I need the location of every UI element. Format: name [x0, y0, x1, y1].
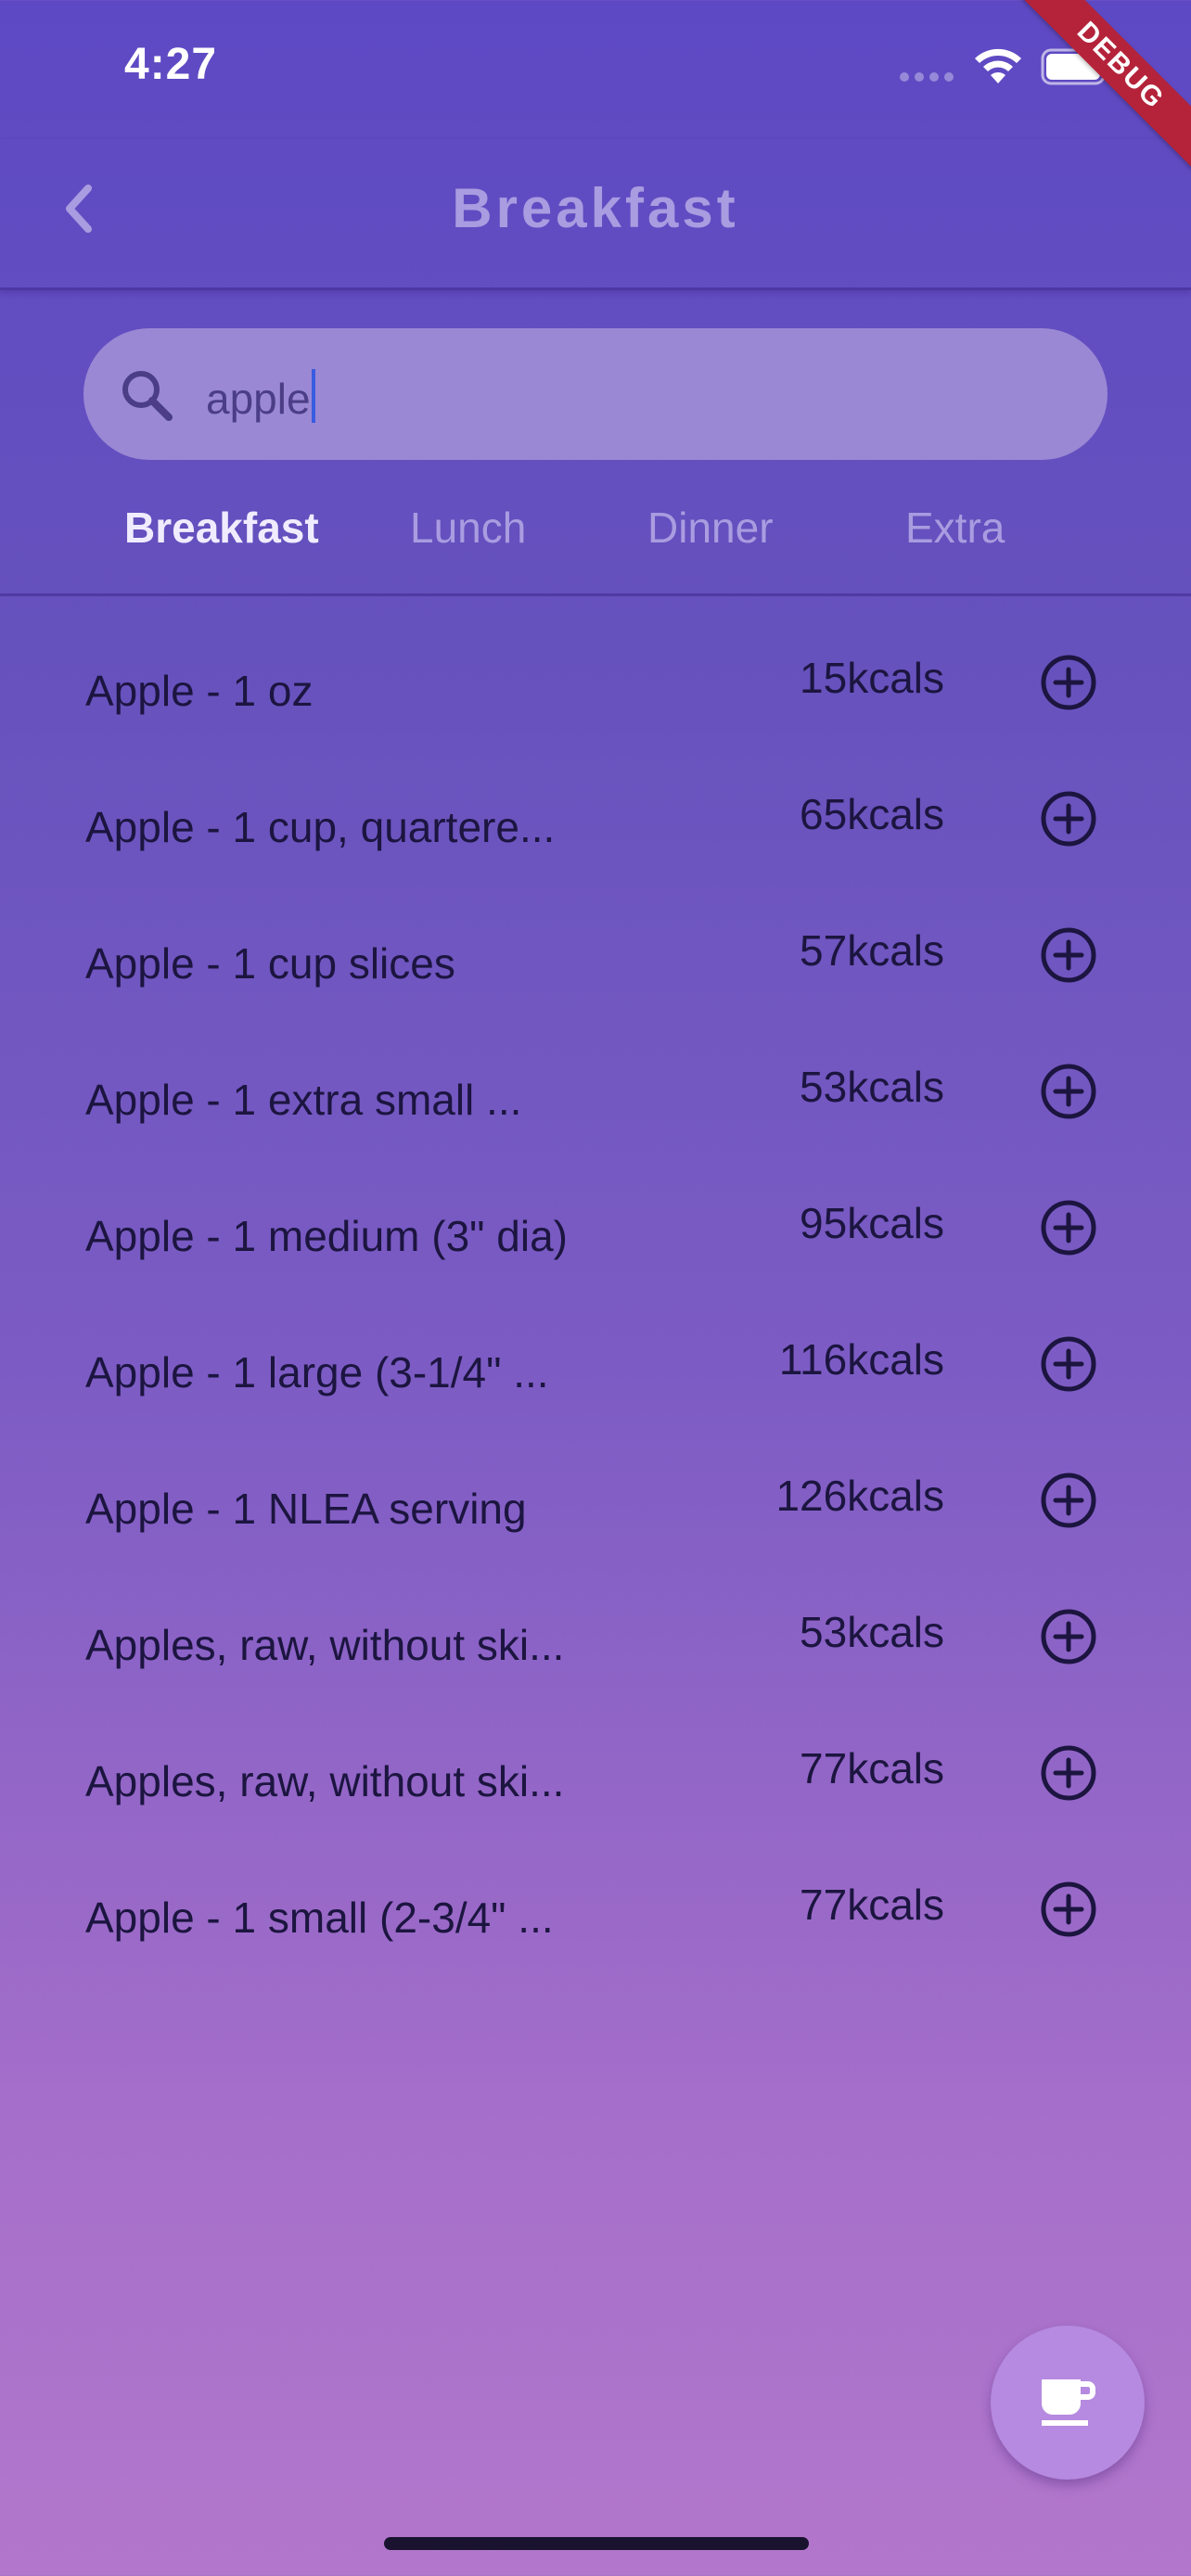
- search-icon: [122, 371, 173, 421]
- food-kcal: 116kcals: [778, 1335, 944, 1384]
- plus-circle-icon[interactable]: [1039, 1334, 1098, 1394]
- plus-circle-icon[interactable]: [1039, 1743, 1098, 1803]
- food-name: Apple - 1 small (2-3/4" ...: [85, 1894, 554, 1942]
- food-kcal: 77kcals: [800, 1744, 944, 1792]
- tab-lunch[interactable]: Lunch: [410, 503, 526, 553]
- meal-tabs: Breakfast Lunch Dinner Extra: [0, 491, 1191, 596]
- list-item[interactable]: Apple - 1 NLEA serving 126kcals: [0, 1430, 1191, 1566]
- status-bar: 4:27: [0, 0, 1191, 139]
- plus-circle-icon[interactable]: [1039, 1607, 1098, 1666]
- food-name: Apple - 1 extra small ...: [85, 1076, 522, 1124]
- food-list: Apple - 1 oz 15kcals Apple - 1 cup, quar…: [0, 612, 1191, 1975]
- food-name: Apple - 1 oz: [85, 667, 314, 715]
- plus-circle-icon[interactable]: [1039, 653, 1098, 712]
- search-input-value: apple: [206, 375, 311, 423]
- list-item[interactable]: Apples, raw, without ski... 53kcals: [0, 1566, 1191, 1702]
- search-box[interactable]: apple: [83, 328, 1108, 460]
- food-kcal: 57kcals: [800, 926, 944, 975]
- list-item[interactable]: Apple - 1 small (2-3/4" ... 77kcals: [0, 1839, 1191, 1975]
- plus-circle-icon[interactable]: [1039, 789, 1098, 848]
- tab-dinner[interactable]: Dinner: [647, 503, 774, 553]
- coffee-cup-icon: [1042, 2379, 1095, 2426]
- home-indicator: [384, 2537, 809, 2550]
- list-item[interactable]: Apple - 1 cup slices 57kcals: [0, 885, 1191, 1021]
- cellular-signal-icon: [900, 72, 954, 82]
- status-time: 4:27: [124, 40, 218, 89]
- app-bar: Breakfast: [0, 139, 1191, 290]
- food-kcal: 53kcals: [800, 1608, 944, 1656]
- list-item[interactable]: Apple - 1 oz 15kcals: [0, 612, 1191, 748]
- search-input[interactable]: apple: [206, 369, 315, 424]
- food-name: Apple - 1 NLEA serving: [85, 1485, 527, 1533]
- plus-circle-icon[interactable]: [1039, 1062, 1098, 1121]
- page-title: Breakfast: [452, 177, 739, 239]
- food-name: Apples, raw, without ski...: [85, 1621, 565, 1669]
- plus-circle-icon[interactable]: [1039, 925, 1098, 985]
- tab-extra[interactable]: Extra: [905, 503, 1005, 553]
- food-name: Apple - 1 cup slices: [85, 939, 455, 988]
- food-name: Apple - 1 medium (3" dia): [85, 1212, 568, 1260]
- plus-circle-icon[interactable]: [1039, 1880, 1098, 1939]
- food-kcal: 15kcals: [800, 654, 944, 702]
- food-kcal: 53kcals: [800, 1063, 944, 1111]
- food-name: Apple - 1 large (3-1/4" ...: [85, 1348, 549, 1396]
- food-kcal: 65kcals: [800, 790, 944, 838]
- plus-circle-icon[interactable]: [1039, 1471, 1098, 1530]
- list-item[interactable]: Apple - 1 medium (3" dia) 95kcals: [0, 1157, 1191, 1294]
- tab-breakfast[interactable]: Breakfast: [124, 503, 319, 553]
- food-kcal: 95kcals: [800, 1199, 944, 1247]
- food-name: Apple - 1 cup, quartere...: [85, 803, 556, 851]
- text-caret: [311, 369, 315, 423]
- plus-circle-icon[interactable]: [1039, 1198, 1098, 1257]
- fab-button[interactable]: [991, 2326, 1145, 2480]
- list-item[interactable]: Apple - 1 large (3-1/4" ... 116kcals: [0, 1294, 1191, 1430]
- food-kcal: 126kcals: [775, 1472, 944, 1520]
- list-item[interactable]: Apple - 1 cup, quartere... 65kcals: [0, 748, 1191, 885]
- food-name: Apples, raw, without ski...: [85, 1757, 565, 1805]
- food-kcal: 77kcals: [800, 1881, 944, 1929]
- list-item[interactable]: Apple - 1 extra small ... 53kcals: [0, 1021, 1191, 1157]
- list-item[interactable]: Apples, raw, without ski... 77kcals: [0, 1702, 1191, 1839]
- wifi-icon: [975, 48, 1021, 83]
